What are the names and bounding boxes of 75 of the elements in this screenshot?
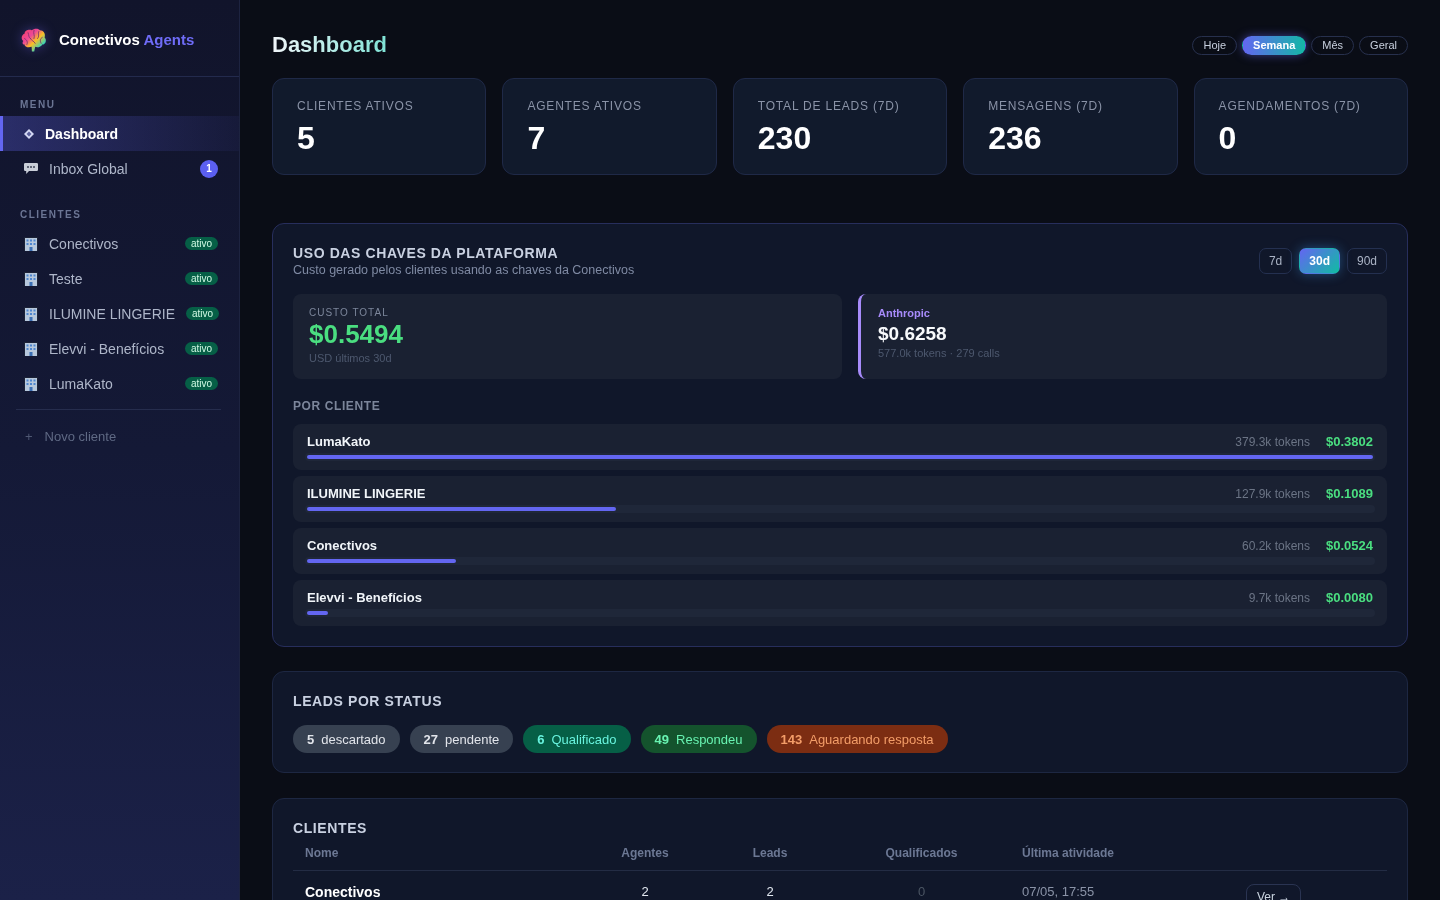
stat-label: TOTAL DE LEADS (7D) (757, 99, 901, 113)
total-cost-value: $0.5494 (309, 319, 404, 349)
building-icon (24, 236, 38, 251)
nav-item[interactable]: Dashboard (0, 116, 239, 151)
client-item[interactable]: ILUMINE LINGERIE ativo (0, 296, 239, 331)
status-badge: ativo (184, 377, 218, 390)
nav-item[interactable]: Inbox Global 1 (0, 151, 239, 186)
status-badge: ativo (186, 307, 220, 320)
provider-usage: 577.0k tokens · 279 calls (878, 347, 1001, 360)
table-cell-text: 07/05, 17:55 (1021, 884, 1096, 900)
total-cost-label: CUSTO TOTAL (309, 307, 390, 319)
client-cost: $0.0524 (1326, 539, 1373, 553)
column-header: Nome (304, 845, 340, 861)
diamond-icon (24, 128, 34, 139)
status-pill: 27 pendente (409, 725, 514, 753)
status-pill: 49 Respondeu (640, 725, 757, 753)
table-cell-text: Conectivos (304, 884, 382, 900)
table-cell-text: 0 (916, 884, 927, 900)
status-pill: 5 descartado (293, 725, 400, 753)
range-button[interactable]: 90d (1346, 248, 1387, 274)
client-item[interactable]: Elevvi - Benefícios ativo (0, 331, 239, 366)
status-badge: ativo (184, 237, 218, 250)
provider-cost: $0.6258 (878, 323, 948, 345)
stat-value: 5 (297, 120, 316, 156)
token-count: 127.9k tokens (1235, 487, 1310, 501)
panel-title: LEADS POR STATUS (293, 693, 444, 709)
total-cost-caption: USD últimos 30d (309, 352, 393, 365)
table-cell-text: 2 (640, 884, 650, 900)
plus-icon: + (25, 429, 33, 444)
section-heading: POR CLIENTE (293, 399, 382, 413)
stat-value: 236 (988, 120, 1043, 156)
brain-logo-icon (21, 27, 47, 52)
section-heading: CLIENTES (19, 208, 83, 222)
panel-subtitle: Custo gerado pelos clientes usando as chaves da Conectivos (293, 263, 635, 278)
client-item[interactable]: LumaKato ativo (0, 366, 239, 401)
stat-value: 0 (1218, 120, 1238, 156)
client-name: Elevvi - Benefícios (307, 591, 422, 605)
panel-title: USO DAS CHAVES DA PLATAFORMA (293, 245, 560, 261)
client-name: Conectivos (307, 539, 378, 553)
token-count: 379.3k tokens (1235, 435, 1310, 449)
stat-label: CLIENTES ATIVOS (297, 99, 415, 113)
range-button[interactable]: 7d (1258, 248, 1293, 274)
client-name: LumaKato (307, 435, 371, 449)
stat-label: MENSAGENS (7D) (988, 99, 1104, 113)
client-name: ILUMINE LINGERIE (307, 487, 426, 501)
column-header: Qualificados (884, 845, 959, 861)
column-header: Última atividade (1021, 845, 1116, 861)
building-icon (24, 306, 38, 321)
status-badge: ativo (184, 272, 218, 285)
client-cost: $0.0080 (1326, 591, 1373, 605)
section-heading: MENU (19, 98, 57, 112)
column-header: Leads (751, 845, 789, 861)
table-cell-text: 2 (765, 884, 775, 900)
column-header: Agentes (620, 845, 670, 861)
stat-value: 7 (527, 120, 547, 156)
status-badge: ativo (184, 342, 218, 355)
count-badge: 1 (200, 159, 218, 178)
building-icon (24, 376, 38, 391)
brand-name: Conectivos Agents (59, 31, 195, 48)
panel-title: CLIENTES (293, 820, 369, 836)
stat-value: 230 (757, 120, 813, 156)
token-count: 60.2k tokens (1241, 539, 1310, 553)
status-pill: 143 Aguardando resposta (766, 725, 948, 753)
client-item[interactable]: Conectivos ativo (0, 226, 239, 261)
client-cost: $0.3802 (1326, 435, 1373, 449)
status-pill: 6 Qualificado (523, 725, 631, 753)
chat-bubble-icon (24, 163, 38, 174)
provider-name: Anthropic (878, 307, 931, 319)
stat-label: AGENDAMENTOS (7D) (1218, 99, 1362, 113)
stat-label: AGENTES ATIVOS (527, 99, 643, 113)
token-count: 9.7k tokens (1248, 591, 1310, 605)
client-item[interactable]: Teste ativo (0, 261, 239, 296)
client-cost: $0.1089 (1326, 487, 1373, 501)
building-icon (24, 271, 38, 286)
building-icon (24, 341, 38, 356)
